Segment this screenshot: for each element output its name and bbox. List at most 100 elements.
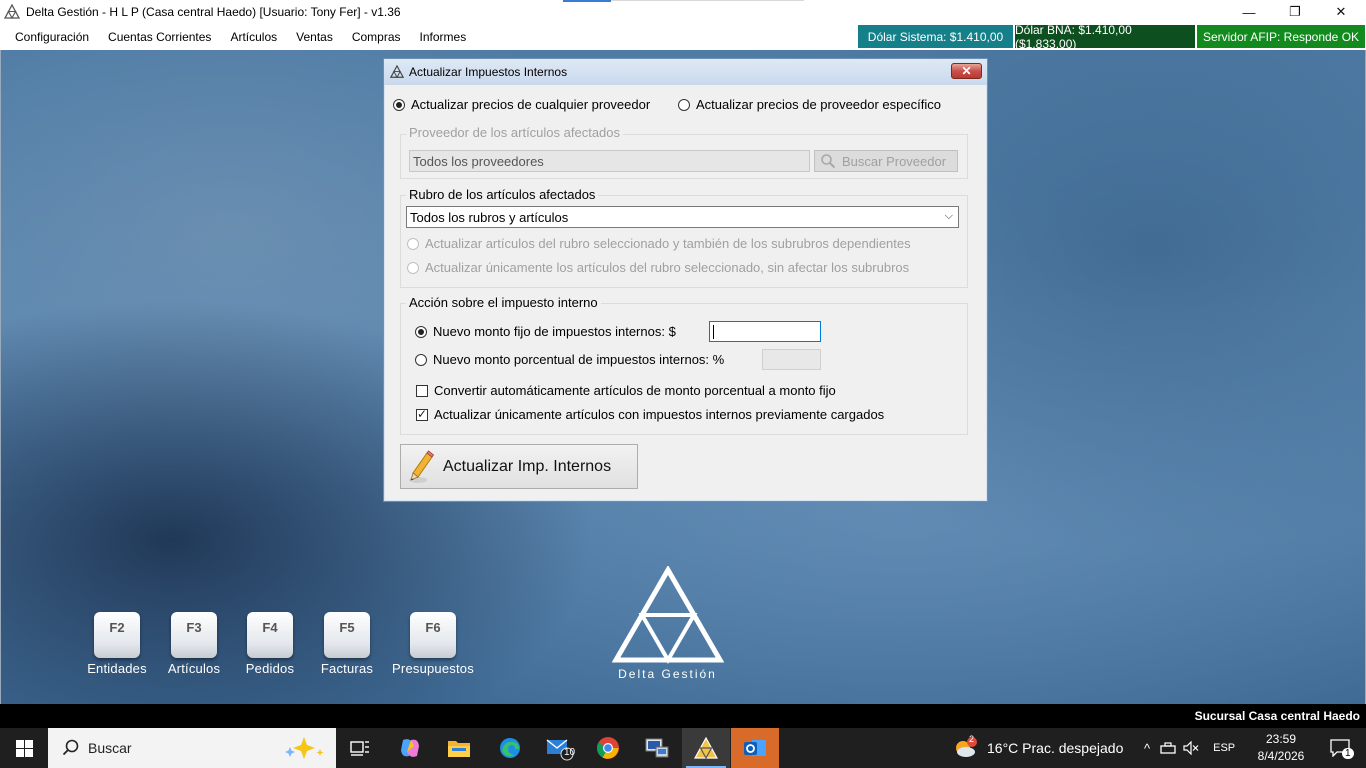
brand-name: Delta Gestión [618, 667, 717, 681]
search-label: Buscar [88, 740, 132, 756]
taskbar-clock[interactable]: 23:59 8/4/2026 [1250, 731, 1312, 765]
convert-option[interactable]: Convertir automáticamente artículos de m… [416, 383, 836, 398]
copilot-sparkle-icon [285, 737, 324, 759]
dialog-titlebar: Actualizar Impuestos Internos ✕ [384, 59, 987, 85]
start-button[interactable] [0, 728, 48, 768]
chrome-icon [597, 737, 619, 759]
category-only-selected-option[interactable]: Actualizar únicamente los artículos del … [407, 260, 909, 275]
scope-any-supplier-option[interactable]: Actualizar precios de cualquier proveedo… [393, 97, 650, 112]
dialog-title: Actualizar Impuestos Internos [409, 65, 568, 79]
copilot-icon [401, 739, 419, 757]
network-icon[interactable] [1160, 741, 1176, 755]
menu-articulos[interactable]: Artículos [221, 24, 286, 50]
category-only-selected-label: Actualizar únicamente los artículos del … [425, 260, 910, 275]
f5-key[interactable]: F5 [324, 612, 370, 658]
remote-app-button[interactable] [633, 728, 681, 768]
folder-icon [448, 741, 470, 757]
only-loaded-option[interactable]: Actualizar únicamente artículos con impu… [416, 407, 884, 422]
edge-button[interactable] [486, 728, 534, 768]
menu-configuracion[interactable]: Configuración [6, 24, 98, 50]
shortcut-label: Entidades [87, 661, 147, 676]
delta-logo-icon [694, 737, 718, 759]
dialog-close-button[interactable]: ✕ [951, 63, 982, 79]
delta-logo-icon [4, 4, 20, 20]
notification-button[interactable]: 1 [1320, 728, 1360, 768]
taskbar-search-box[interactable]: Buscar [48, 728, 336, 768]
f2-key[interactable]: F2 [94, 612, 140, 658]
chevron-down-icon: ⌵ [944, 210, 953, 222]
weather-badge: 2 [969, 734, 975, 744]
clock-time: 23:59 [1265, 732, 1297, 746]
category-select[interactable]: Todos los rubros y artículos ⌵ [406, 206, 959, 228]
shortcut-entidades[interactable]: F2 Entidades [87, 612, 147, 676]
f3-key[interactable]: F3 [171, 612, 217, 658]
maximize-button[interactable]: ❐ [1272, 0, 1318, 24]
delta-logo-icon [390, 65, 404, 79]
scope-specific-supplier-radio[interactable] [678, 98, 690, 111]
dolar-bna-badge: Dólar BNA: $1.410,00 ($1.833,00) [1015, 23, 1195, 51]
fixed-amount-option[interactable]: Nuevo monto fijo de impuestos internos: … [415, 324, 676, 339]
task-view-button[interactable] [336, 728, 384, 768]
delta-gestion-button[interactable] [682, 728, 730, 768]
volume-muted-icon[interactable] [1183, 741, 1199, 755]
weather-icon [956, 737, 977, 757]
dolar-sistema-badge: Dólar Sistema: $1.410,00 [858, 25, 1013, 48]
window-titlebar: Delta Gestión - H L P (Casa central Haed… [0, 0, 1366, 24]
chrome-button[interactable] [584, 728, 632, 768]
menu-cuentas-corrientes[interactable]: Cuentas Corrientes [99, 24, 220, 50]
f4-key[interactable]: F4 [247, 612, 293, 658]
shortcut-pedidos[interactable]: F4 Pedidos [240, 612, 300, 676]
menu-ventas[interactable]: Ventas [287, 24, 342, 50]
mail-badge: 10 [564, 747, 576, 758]
shortcut-articulos[interactable]: F3 Artículos [164, 612, 224, 676]
category-select-value: Todos los rubros y artículos [410, 209, 569, 225]
titlebar-divider [611, 0, 804, 1]
clock-date: 8/4/2026 [1257, 749, 1305, 763]
input-language[interactable]: ESP [1213, 742, 1235, 754]
shortcut-presupuestos[interactable]: F6 Presupuestos [388, 612, 478, 676]
only-loaded-checkbox[interactable] [416, 407, 428, 421]
chevron-up-icon[interactable]: ^ [1144, 741, 1150, 756]
brand-logo: Delta Gestión [605, 566, 730, 681]
fixed-amount-label: Nuevo monto fijo de impuestos internos: … [433, 324, 676, 339]
f6-key[interactable]: F6 [410, 612, 456, 658]
text-caret [713, 325, 714, 339]
edge-icon [500, 738, 520, 758]
fixed-amount-radio[interactable] [415, 325, 427, 338]
magnifier-icon [821, 154, 836, 169]
menu-informes[interactable]: Informes [411, 24, 476, 50]
fixed-amount-input[interactable] [709, 321, 821, 342]
copilot-app-button[interactable] [386, 728, 434, 768]
percent-amount-input[interactable] [762, 349, 821, 370]
category-group-caption: Rubro de los artículos afectados [406, 187, 599, 202]
update-internal-taxes-label: Actualizar Imp. Internos [443, 457, 612, 475]
scope-any-supplier-radio[interactable] [393, 98, 405, 111]
scope-specific-supplier-option[interactable]: Actualizar precios de proveedor específi… [678, 97, 941, 112]
task-view-icon [350, 741, 369, 756]
update-internal-taxes-button[interactable]: Actualizar Imp. Internos [400, 444, 638, 489]
afip-status-badge: Servidor AFIP: Responde OK [1197, 25, 1365, 48]
search-supplier-button[interactable]: Buscar Proveedor [814, 150, 958, 172]
mail-button[interactable]: 10 [535, 728, 583, 768]
weather-text: 16°C Prac. despejado [987, 740, 1124, 756]
shortcut-facturas[interactable]: F5 Facturas [317, 612, 377, 676]
branch-name: Sucursal Casa central Haedo [1194, 709, 1360, 723]
search-supplier-label: Buscar Proveedor [842, 153, 947, 169]
minimize-button[interactable]: — [1226, 0, 1272, 24]
weather-widget[interactable]: 2 16°C Prac. despejado [952, 728, 1123, 768]
scope-specific-supplier-label: Actualizar precios de proveedor específi… [696, 97, 941, 112]
category-with-children-option[interactable]: Actualizar artículos del rubro seleccion… [407, 236, 911, 251]
file-explorer-button[interactable] [435, 728, 483, 768]
outlook-button[interactable] [731, 728, 779, 768]
category-with-children-radio[interactable] [407, 237, 419, 250]
convert-checkbox[interactable] [416, 384, 428, 397]
menu-compras[interactable]: Compras [343, 24, 410, 50]
percent-amount-radio[interactable] [415, 353, 427, 366]
window-title: Delta Gestión - H L P (Casa central Haed… [26, 5, 401, 19]
action-group-caption: Acción sobre el impuesto interno [406, 295, 601, 310]
category-only-selected-radio[interactable] [407, 261, 419, 274]
close-window-button[interactable]: ✕ [1318, 0, 1364, 24]
percent-amount-option[interactable]: Nuevo monto porcentual de impuestos inte… [415, 352, 724, 367]
taskbar: Buscar 10 2 16°C Prac. despejado ^ ESP 2… [0, 728, 1366, 768]
shortcut-label: Facturas [320, 661, 374, 676]
